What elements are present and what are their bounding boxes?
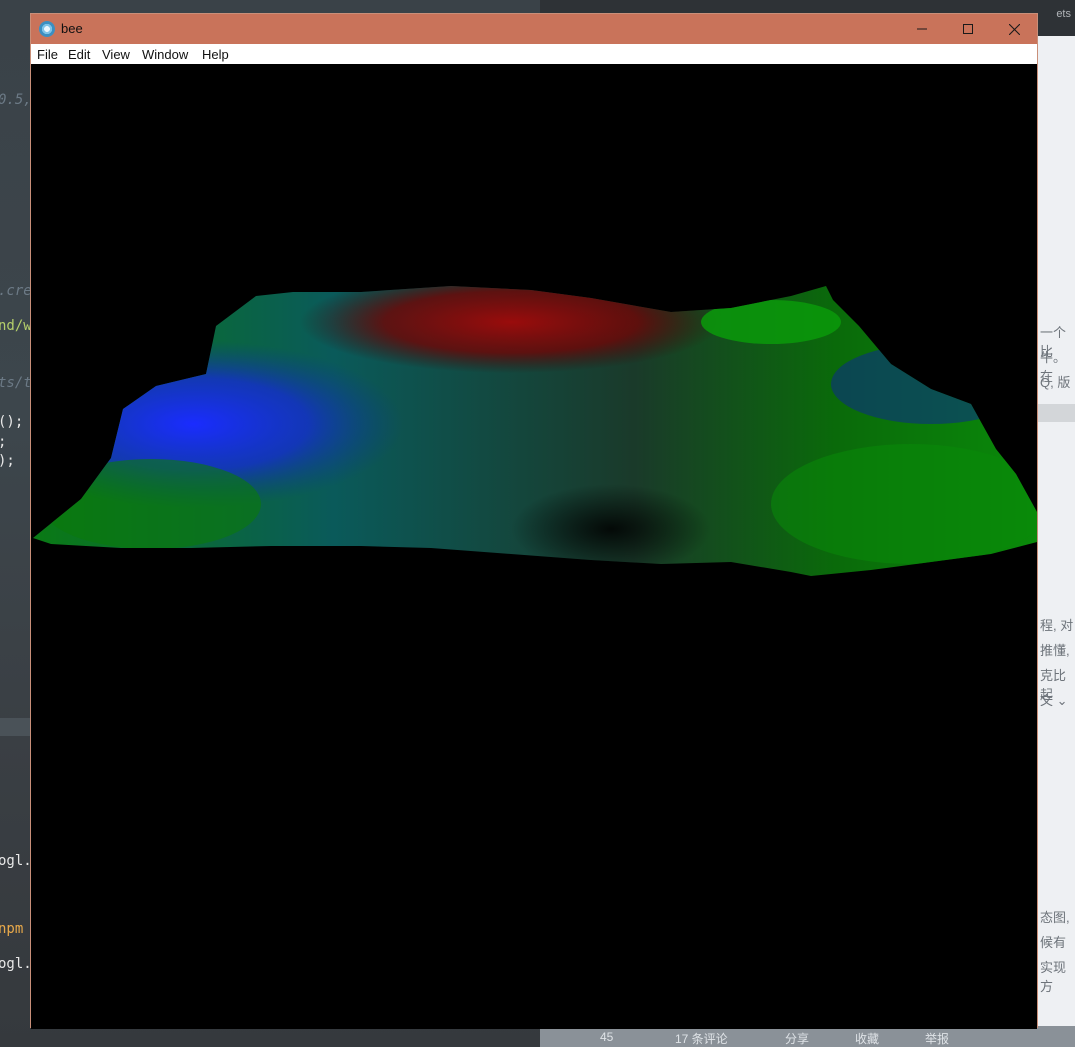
menu-file[interactable]: File [37, 47, 58, 62]
title-bar[interactable]: bee [31, 14, 1037, 44]
code-line: npm [0, 921, 24, 937]
close-icon [1008, 23, 1020, 35]
terrain-render [33, 286, 1037, 576]
menu-edit[interactable]: Edit [68, 47, 90, 62]
article-text-fragment: 态图, [1040, 910, 1070, 925]
code-line: 0.5, [0, 92, 32, 108]
report-link[interactable]: 举报 [925, 1030, 949, 1047]
webgl-canvas[interactable] [31, 64, 1037, 1029]
article-text-fragment: Q, 版 [1040, 375, 1071, 390]
minimize-icon [917, 28, 927, 30]
article-text-fragment: 实现方 [1040, 960, 1067, 994]
menu-help[interactable]: Help [202, 47, 229, 62]
menu-window[interactable]: Window [142, 47, 188, 62]
app-icon [39, 21, 55, 37]
article-text-fragment: 候有 [1040, 935, 1067, 950]
maximize-button[interactable] [945, 14, 991, 44]
code-line: .cre [0, 283, 32, 299]
minimize-button[interactable] [899, 14, 945, 44]
article-text-fragment: 推懂, [1040, 643, 1070, 658]
expand-link[interactable]: 文 ⌄ [1040, 690, 1068, 709]
code-line: nd/w [0, 318, 32, 334]
share-link[interactable]: 分享 [785, 1030, 809, 1047]
code-line: ogl. [0, 853, 32, 869]
maximize-icon [963, 24, 973, 34]
menu-bar: File Edit View Window Help [31, 44, 1037, 64]
code-line: ogl. [0, 956, 32, 972]
comment-link[interactable]: 17 条评论 [675, 1030, 728, 1047]
code-line: ; [0, 434, 6, 450]
menu-view[interactable]: View [102, 47, 130, 62]
like-count[interactable]: 45 [600, 1030, 613, 1044]
close-button[interactable] [991, 14, 1037, 44]
browser-tab[interactable]: ets [1056, 8, 1071, 20]
code-line: ); [0, 453, 15, 469]
window-title: bee [61, 21, 83, 36]
code-line: (); [0, 414, 24, 430]
code-line: ts/t [0, 375, 32, 391]
article-action-bar: 45 17 条评论 分享 收藏 举报 [540, 1026, 1075, 1047]
favorite-link[interactable]: 收藏 [855, 1030, 879, 1047]
app-window: bee File Edit View Window Help [30, 13, 1038, 1029]
article-text-fragment: 程, 对 [1040, 618, 1074, 633]
terrain-surface [33, 286, 1037, 576]
